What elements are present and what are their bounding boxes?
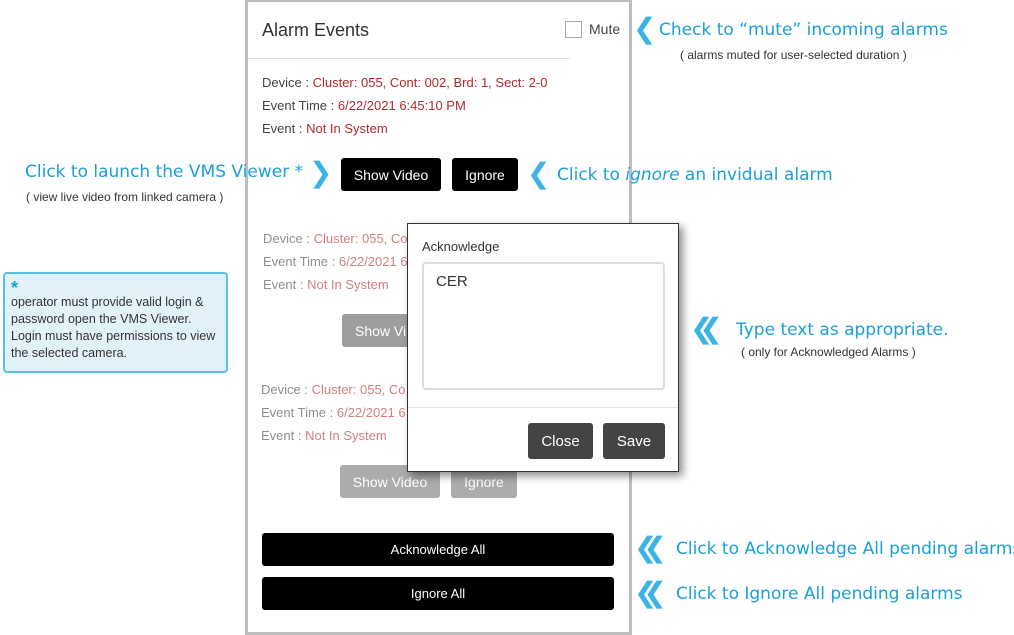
mute-annotation: Check to “mute” incoming alarms	[659, 20, 948, 40]
event-time: Event Time : 6/22/2021 6	[263, 254, 408, 269]
dialog-divider	[408, 407, 678, 408]
acknowledge-textarea[interactable]: CER	[422, 262, 665, 390]
header-divider	[248, 58, 570, 59]
vms-annotation-sub: ( view live video from linked camera )	[26, 190, 224, 204]
mute-label: Mute	[589, 21, 621, 37]
ack-all-annotation: Click to Acknowledge All pending alarms	[676, 539, 1014, 559]
event-type: Event : Not In System	[263, 277, 389, 292]
event-type: Event : Not In System	[262, 121, 388, 136]
event-device: Device : Cluster: 055, Cont: 002, Brd: 1…	[262, 75, 548, 90]
mute-annotation-sub: ( alarms muted for user-selected duratio…	[680, 48, 907, 62]
double-chevron-left-icon: ❮❮	[634, 576, 667, 609]
double-chevron-left-icon: ❮❮	[634, 531, 667, 564]
ignore-all-annotation: Click to Ignore All pending alarms	[676, 584, 963, 604]
close-button[interactable]: Close	[528, 423, 593, 459]
chevron-left-icon: ❮	[527, 157, 551, 190]
type-annotation: Type text as appropriate.	[736, 320, 949, 340]
ignore-button[interactable]: Ignore	[452, 158, 518, 191]
ignore-annotation: Click to ignore an invidual alarm	[557, 165, 833, 185]
mute-checkbox[interactable]	[565, 21, 582, 38]
event-time: Event Time : 6/22/2021 6:45:10 PM	[262, 98, 466, 113]
acknowledge-all-button[interactable]: Acknowledge All	[262, 533, 614, 566]
chevron-right-icon: ❯	[309, 156, 333, 189]
note-text: operator must provide valid login & pass…	[11, 295, 216, 360]
acknowledge-label: Acknowledge	[422, 239, 500, 254]
ignore-all-button[interactable]: Ignore All	[262, 577, 614, 610]
event-device: Device : Cluster: 055, Co	[261, 382, 406, 397]
vms-annotation: Click to launch the VMS Viewer *	[25, 162, 304, 182]
save-button[interactable]: Save	[603, 423, 665, 459]
note-asterisk: *	[11, 278, 19, 298]
chevron-left-icon: ❮	[633, 12, 657, 45]
double-chevron-left-icon: ❮❮	[690, 312, 723, 345]
event-time: Event Time : 6/22/2021 6	[261, 405, 406, 420]
panel-title: Alarm Events	[262, 20, 370, 40]
type-annotation-sub: ( only for Acknowledged Alarms )	[741, 345, 916, 359]
event-type: Event : Not In System	[261, 428, 387, 443]
vms-login-note: * operator must provide valid login & pa…	[3, 272, 228, 373]
acknowledge-dialog: Acknowledge CER Close Save	[407, 223, 679, 472]
show-video-button[interactable]: Show Video	[341, 158, 441, 191]
event-device: Device : Cluster: 055, Co	[263, 231, 408, 246]
